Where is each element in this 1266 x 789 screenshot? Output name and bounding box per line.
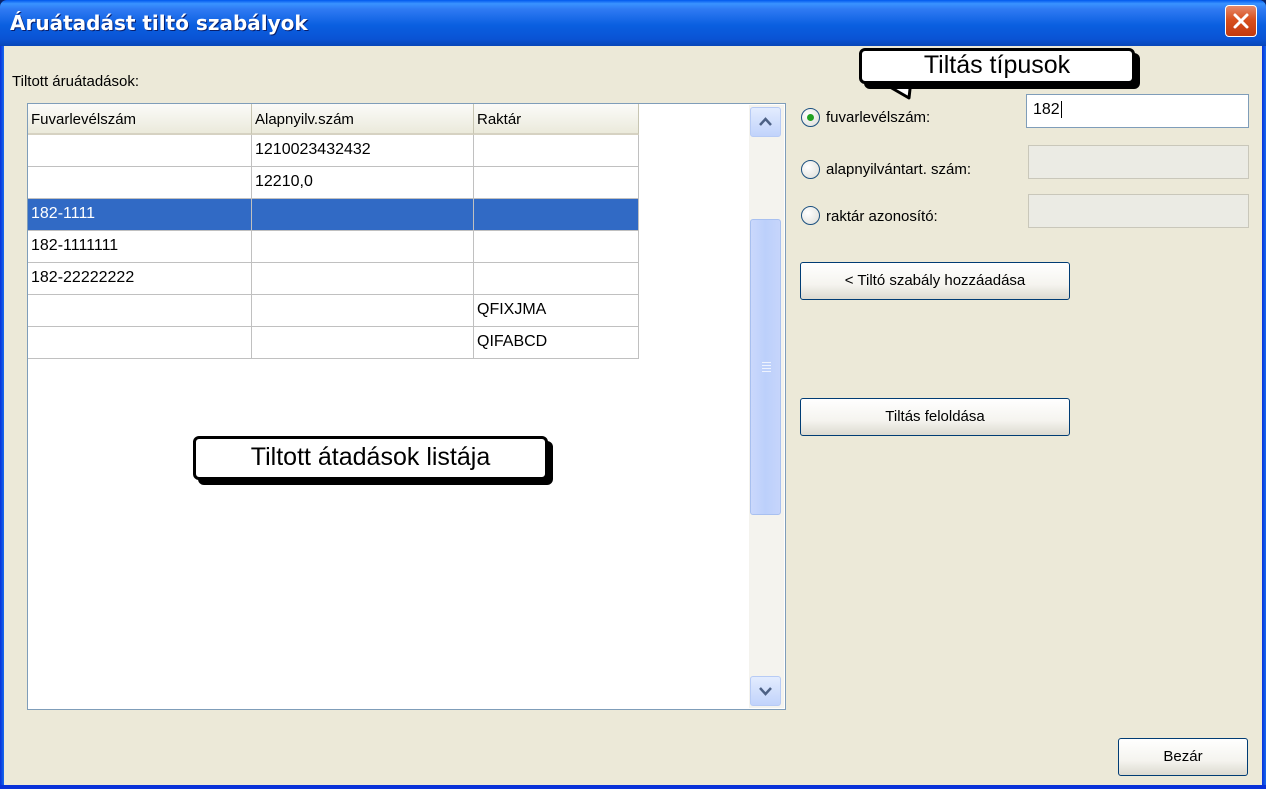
radio-alapnyilvantart[interactable] <box>801 160 820 179</box>
vertical-scrollbar[interactable] <box>749 105 784 708</box>
cell-alapnyilv <box>252 295 474 327</box>
list-callout: Tiltott átadások listája <box>193 436 548 480</box>
table-row[interactable]: 12210,0 <box>28 167 639 199</box>
cell-alapnyilv <box>252 327 474 359</box>
chevron-up-icon <box>759 117 772 126</box>
window-title: Áruátadást tiltó szabályok <box>10 11 308 35</box>
table-row[interactable]: 182-1111111 <box>28 231 639 263</box>
cell-raktar <box>474 231 639 263</box>
cell-fuvarlevelszam: 182-22222222 <box>28 263 252 295</box>
cell-alapnyilv: 12210,0 <box>252 167 474 199</box>
window-border-right <box>1262 46 1266 789</box>
scroll-thumb[interactable] <box>750 219 781 515</box>
table-row[interactable]: QFIXJMA <box>28 295 639 327</box>
cell-fuvarlevelszam: 182-1111 <box>28 199 252 231</box>
scroll-grip-line <box>762 368 771 369</box>
cell-alapnyilv <box>252 199 474 231</box>
table-row[interactable]: 182-22222222 <box>28 263 639 295</box>
table-row-selected[interactable]: 182-1111 <box>28 199 639 231</box>
chevron-down-icon <box>759 687 772 696</box>
cell-raktar: QFIXJMA <box>474 295 639 327</box>
cell-fuvarlevelszam <box>28 295 252 327</box>
window-border-bottom <box>0 785 1266 789</box>
input-value: 182 <box>1033 101 1060 118</box>
cell-raktar: QIFABCD <box>474 327 639 359</box>
label-alapnyilvantart: alapnyilvántart. szám: <box>826 161 972 178</box>
types-callout: Tiltás típusok <box>859 48 1135 84</box>
cell-raktar <box>474 263 639 295</box>
cell-raktar <box>474 199 639 231</box>
cell-fuvarlevelszam <box>28 167 252 199</box>
column-header-fuvarlevelszam[interactable]: Fuvarlevélszám <box>28 104 252 135</box>
forbidden-transfers-list[interactable]: Fuvarlevélszám Alapnyilv.szám Raktár 121… <box>27 103 786 710</box>
add-rule-button[interactable]: < Tiltó szabály hozzáadása <box>800 262 1070 300</box>
table-row[interactable]: QIFABCD <box>28 327 639 359</box>
cell-alapnyilv: 1210023432432 <box>252 135 474 167</box>
dialog-client-area: Tiltott áruátadások: Fuvarlevélszám Alap… <box>4 46 1262 785</box>
column-header-alapnyilv[interactable]: Alapnyilv.szám <box>252 104 474 135</box>
input-fuvarlevelszam[interactable]: 182 <box>1026 94 1249 128</box>
radio-raktar-azonosito[interactable] <box>801 206 820 225</box>
list-label: Tiltott áruátadások: <box>12 73 140 90</box>
input-raktar-azonosito[interactable] <box>1028 194 1249 228</box>
scroll-grip-line <box>762 365 771 366</box>
scroll-grip-line <box>762 362 771 363</box>
cell-fuvarlevelszam <box>28 327 252 359</box>
table-row[interactable]: 1210023432432 <box>28 135 639 167</box>
label-raktar-azonosito: raktár azonosító: <box>826 208 938 225</box>
input-alapnyilvantart[interactable] <box>1028 145 1249 179</box>
close-window-button[interactable] <box>1225 5 1257 37</box>
close-x-icon <box>1233 13 1249 29</box>
scroll-grip-line <box>762 371 771 372</box>
dialog-window: Áruátadást tiltó szabályok Tiltott áruát… <box>0 0 1266 789</box>
cell-raktar <box>474 167 639 199</box>
column-header-raktar[interactable]: Raktár <box>474 104 639 135</box>
cell-raktar <box>474 135 639 167</box>
text-cursor <box>1060 101 1062 118</box>
title-bar[interactable]: Áruátadást tiltó szabályok <box>0 0 1266 46</box>
scroll-down-button[interactable] <box>750 676 781 706</box>
cell-alapnyilv <box>252 263 474 295</box>
close-button[interactable]: Bezár <box>1118 738 1248 776</box>
label-fuvarlevelszam: fuvarlevélszám: <box>826 109 931 126</box>
radio-selected-dot <box>807 114 814 121</box>
cell-fuvarlevelszam: 182-1111111 <box>28 231 252 263</box>
radio-fuvarlevelszam[interactable] <box>801 108 820 127</box>
remove-block-button[interactable]: Tiltás feloldása <box>800 398 1070 436</box>
cell-alapnyilv <box>252 231 474 263</box>
scroll-up-button[interactable] <box>750 107 781 137</box>
cell-fuvarlevelszam <box>28 135 252 167</box>
